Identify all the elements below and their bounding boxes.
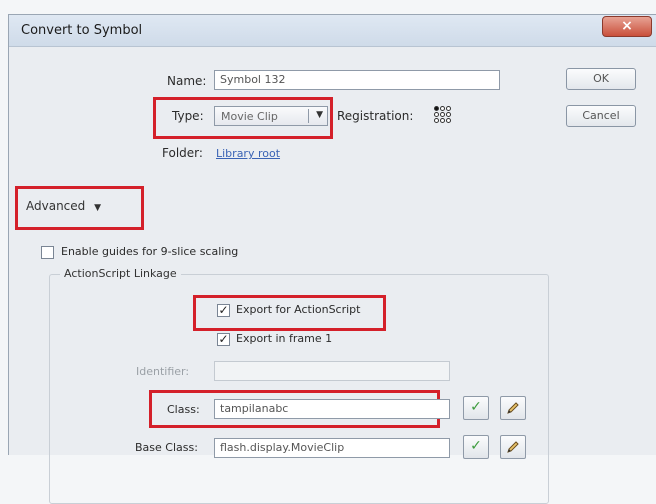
reg-point[interactable]: [440, 106, 445, 111]
title-bar: Convert to Symbol ×: [9, 15, 656, 47]
registration-grid-icon[interactable]: [434, 106, 451, 123]
check-icon: ✓: [470, 438, 482, 454]
close-icon: ×: [621, 18, 633, 34]
folder-label: Folder:: [162, 146, 203, 160]
chevron-down-icon: ▼: [316, 110, 323, 120]
name-input[interactable]: Symbol 132: [214, 70, 500, 90]
screen: Convert to Symbol × Name: Symbol 132 OK …: [0, 0, 656, 504]
edit-class-button[interactable]: [500, 396, 526, 420]
identifier-label: Identifier:: [136, 365, 190, 378]
pencil-icon: [507, 441, 519, 453]
advanced-toggle[interactable]: Advanced ▼: [26, 199, 101, 213]
reg-point[interactable]: [434, 118, 439, 123]
base-class-input[interactable]: flash.display.MovieClip: [214, 438, 450, 458]
reg-point[interactable]: [434, 106, 439, 111]
dialog-body: Name: Symbol 132 OK Cancel Type: Movie C…: [9, 48, 656, 504]
cancel-button[interactable]: Cancel: [566, 105, 636, 127]
check-icon: ✓: [470, 399, 482, 415]
reg-point[interactable]: [440, 118, 445, 123]
class-label: Class:: [167, 403, 200, 416]
edit-base-class-button[interactable]: [500, 435, 526, 459]
linkage-group-title: ActionScript Linkage: [60, 267, 181, 280]
class-input[interactable]: tampilanabc: [214, 399, 450, 419]
chevron-down-icon: ▼: [94, 203, 102, 213]
type-select-value: Movie Clip: [221, 110, 278, 123]
advanced-label: Advanced: [26, 199, 86, 213]
export-actionscript-checkbox[interactable]: ✓: [217, 304, 230, 317]
validate-base-class-button[interactable]: ✓: [463, 435, 489, 459]
export-actionscript-label: Export for ActionScript: [236, 303, 361, 316]
name-label: Name:: [167, 74, 207, 88]
reg-point[interactable]: [434, 112, 439, 117]
validate-class-button[interactable]: ✓: [463, 396, 489, 420]
convert-to-symbol-dialog: Convert to Symbol × Name: Symbol 132 OK …: [8, 14, 656, 504]
type-label: Type:: [172, 109, 204, 123]
dialog-title: Convert to Symbol: [21, 23, 143, 38]
reg-point[interactable]: [446, 112, 451, 117]
export-frame1-checkbox[interactable]: ✓: [217, 333, 230, 346]
ok-button[interactable]: OK: [566, 68, 636, 90]
select-divider: [308, 109, 309, 123]
registration-label: Registration:: [337, 109, 414, 123]
reg-point[interactable]: [446, 106, 451, 111]
reg-point[interactable]: [440, 112, 445, 117]
identifier-input[interactable]: [214, 361, 450, 381]
pencil-icon: [507, 402, 519, 414]
reg-point[interactable]: [446, 118, 451, 123]
type-select[interactable]: Movie Clip ▼: [214, 106, 328, 126]
close-button[interactable]: ×: [602, 16, 652, 37]
base-class-label: Base Class:: [135, 441, 198, 454]
nine-slice-label: Enable guides for 9-slice scaling: [61, 245, 239, 258]
folder-link[interactable]: Library root: [216, 147, 280, 160]
nine-slice-checkbox[interactable]: [41, 246, 54, 259]
export-frame1-label: Export in frame 1: [236, 332, 333, 345]
